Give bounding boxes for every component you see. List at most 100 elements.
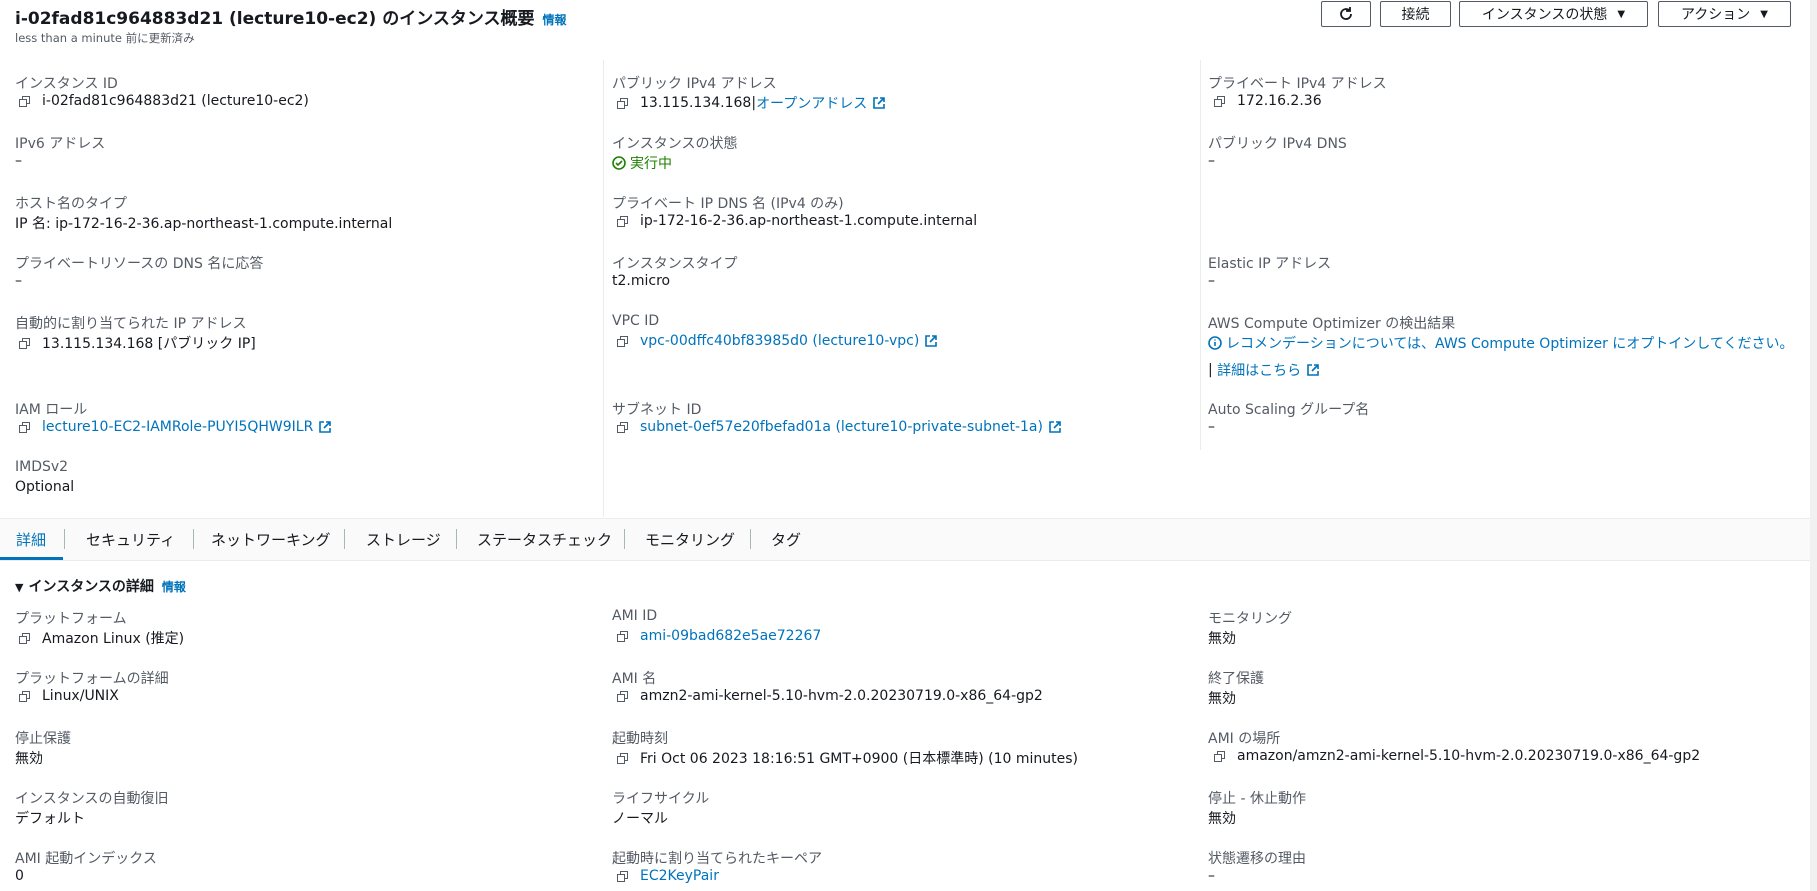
public-dns-label: パブリック IPv4 DNS <box>1208 136 1347 152</box>
tab-separator <box>193 529 194 549</box>
iam-role-value: lecture10-EC2-IAMRole-PUYI5QHW9ILR <box>19 419 332 435</box>
page-title-text: i-02fad81c964883d21 (lecture10-ec2) のインス… <box>15 9 535 29</box>
ami-id-link[interactable]: ami-09bad682e5ae72267 <box>640 628 821 644</box>
resource-dns-label: プライベートリソースの DNS 名に応答 <box>15 256 264 272</box>
tab-separator <box>64 529 65 549</box>
tab-status-checks[interactable]: ステータスチェック <box>477 529 612 550</box>
imdsv2-value: Optional <box>15 479 75 495</box>
stop-protection-label: 停止保護 <box>15 731 71 747</box>
copy-icon[interactable] <box>617 630 628 642</box>
scrollbar[interactable] <box>1810 0 1817 891</box>
external-link-icon[interactable] <box>319 421 332 433</box>
active-tab-indicator <box>0 557 63 560</box>
private-ipv4-label: プライベート IPv4 アドレス <box>1208 76 1387 92</box>
launch-time-text: Fri Oct 06 2023 18:16:51 GMT+0900 (日本標準時… <box>640 751 1078 767</box>
copy-icon[interactable] <box>617 870 628 882</box>
ami-name-label: AMI 名 <box>612 671 657 687</box>
actions-button[interactable]: アクション ▼ <box>1658 1 1791 27</box>
refresh-button[interactable] <box>1321 1 1371 27</box>
copy-icon[interactable] <box>19 690 30 702</box>
instance-state-button[interactable]: インスタンスの状態 ▼ <box>1459 1 1648 27</box>
learn-more-link[interactable]: 詳細はこちら <box>1217 360 1301 380</box>
auto-ip-value: 13.115.134.168 [パブリック IP] <box>19 333 256 353</box>
tab-separator <box>624 529 625 549</box>
vpc-id-link[interactable]: vpc-00dffc40bf83985d0 (lecture10-vpc) <box>640 333 919 349</box>
platform-details-label: プラットフォームの詳細 <box>15 671 169 687</box>
subnet-id-label: サブネット ID <box>612 402 702 418</box>
copy-icon[interactable] <box>19 632 30 644</box>
tab-tags[interactable]: タグ <box>771 529 801 550</box>
private-dns-label: プライベート IP DNS 名 (IPv4 のみ) <box>612 196 844 212</box>
platform-details-value: Linux/UNIX <box>19 688 119 704</box>
page-title: i-02fad81c964883d21 (lecture10-ec2) のインス… <box>15 4 567 29</box>
external-link-icon[interactable] <box>925 335 938 347</box>
copy-icon[interactable] <box>19 337 30 349</box>
private-ipv4-value: 172.16.2.36 <box>1214 93 1322 109</box>
refresh-icon <box>1340 7 1352 20</box>
launch-time-value: Fri Oct 06 2023 18:16:51 GMT+0900 (日本標準時… <box>617 748 1078 768</box>
info-circle-icon <box>1208 336 1222 350</box>
tab-security[interactable]: セキュリティ <box>86 529 175 550</box>
copy-icon[interactable] <box>1214 95 1225 107</box>
state-reason-label: 状態遷移の理由 <box>1208 851 1306 867</box>
detail-tabs: 詳細 セキュリティ ネットワーキング ストレージ ステータスチェック モニタリン… <box>0 518 1810 561</box>
ami-id-value: ami-09bad682e5ae72267 <box>617 628 821 644</box>
public-ipv4-label: パブリック IPv4 アドレス <box>612 76 777 92</box>
ami-launch-index-value: 0 <box>15 868 24 884</box>
tab-storage[interactable]: ストレージ <box>366 529 441 550</box>
optimizer-learn-more: | 詳細はこちら <box>1208 360 1319 380</box>
instance-details-header[interactable]: ▼ インスタンスの詳細 情報 <box>15 576 186 596</box>
copy-icon[interactable] <box>617 215 628 227</box>
ami-location-label: AMI の場所 <box>1208 731 1281 747</box>
instance-state-value: 実行中 <box>612 153 672 173</box>
external-link-icon[interactable] <box>1049 421 1061 433</box>
copy-icon[interactable] <box>617 690 628 702</box>
external-link-icon[interactable] <box>1307 364 1319 376</box>
platform-text: Amazon Linux (推定) <box>42 631 185 647</box>
connect-button[interactable]: 接続 <box>1380 1 1451 27</box>
resource-dns-value: – <box>15 273 22 289</box>
copy-icon[interactable] <box>1214 750 1225 762</box>
copy-icon[interactable] <box>617 97 628 109</box>
instance-state-label: インスタンスの状態 <box>612 136 738 152</box>
lifecycle-label: ライフサイクル <box>612 791 710 807</box>
tab-networking[interactable]: ネットワーキング <box>211 529 331 550</box>
copy-icon[interactable] <box>617 752 628 764</box>
copy-icon[interactable] <box>19 421 30 433</box>
ami-location-text: amazon/amzn2-ami-kernel-5.10-hvm-2.0.202… <box>1237 748 1701 764</box>
tab-separator <box>750 529 751 549</box>
tab-separator <box>344 529 345 549</box>
copy-icon[interactable] <box>617 421 628 433</box>
public-ipv4-value: 13.115.134.168 | オープンアドレス <box>617 93 886 113</box>
optimizer-text: レコメンデーションについては、AWS Compute Optimizer にオプ… <box>1226 336 1794 352</box>
key-pair-link[interactable]: EC2KeyPair <box>640 868 719 884</box>
monitoring-value: 無効 <box>1208 631 1236 647</box>
column-divider <box>603 60 604 517</box>
header-info-link[interactable]: 情報 <box>543 13 567 27</box>
copy-icon[interactable] <box>19 95 30 107</box>
iam-role-link[interactable]: lecture10-EC2-IAMRole-PUYI5QHW9ILR <box>42 419 313 435</box>
separator: | <box>1208 362 1218 378</box>
public-ipv4-text: 13.115.134.168 <box>640 95 752 111</box>
section-title-text: インスタンスの詳細 <box>28 579 154 595</box>
actions-label: アクション <box>1680 7 1751 23</box>
ami-id-label: AMI ID <box>612 608 658 624</box>
hostname-type-label: ホスト名のタイプ <box>15 196 127 212</box>
instance-state-text: 実行中 <box>630 156 672 172</box>
instance-id-label: インスタンス ID <box>15 76 118 92</box>
tab-monitoring[interactable]: モニタリング <box>645 529 735 550</box>
auto-ip-label: 自動的に割り当てられた IP アドレス <box>15 316 247 332</box>
stop-hibernate-value: 無効 <box>1208 811 1236 827</box>
ami-location-value: amazon/amzn2-ami-kernel-5.10-hvm-2.0.202… <box>1214 748 1700 764</box>
instance-summary: インスタンス ID i-02fad81c964883d21 (lecture10… <box>0 60 1810 517</box>
subnet-id-link[interactable]: subnet-0ef57e20fbefad01a (lecture10-priv… <box>640 419 1043 435</box>
copy-icon[interactable] <box>617 335 628 347</box>
lifecycle-value: ノーマル <box>612 811 668 827</box>
open-address-link[interactable]: オープンアドレス <box>756 93 867 113</box>
platform-label: プラットフォーム <box>15 611 127 627</box>
stop-hibernate-label: 停止 - 休止動作 <box>1208 791 1306 807</box>
external-link-icon[interactable] <box>873 97 886 109</box>
tab-details[interactable]: 詳細 <box>16 529 46 550</box>
details-info-link[interactable]: 情報 <box>162 580 186 594</box>
optimizer-value[interactable]: レコメンデーションについては、AWS Compute Optimizer にオプ… <box>1208 333 1793 353</box>
